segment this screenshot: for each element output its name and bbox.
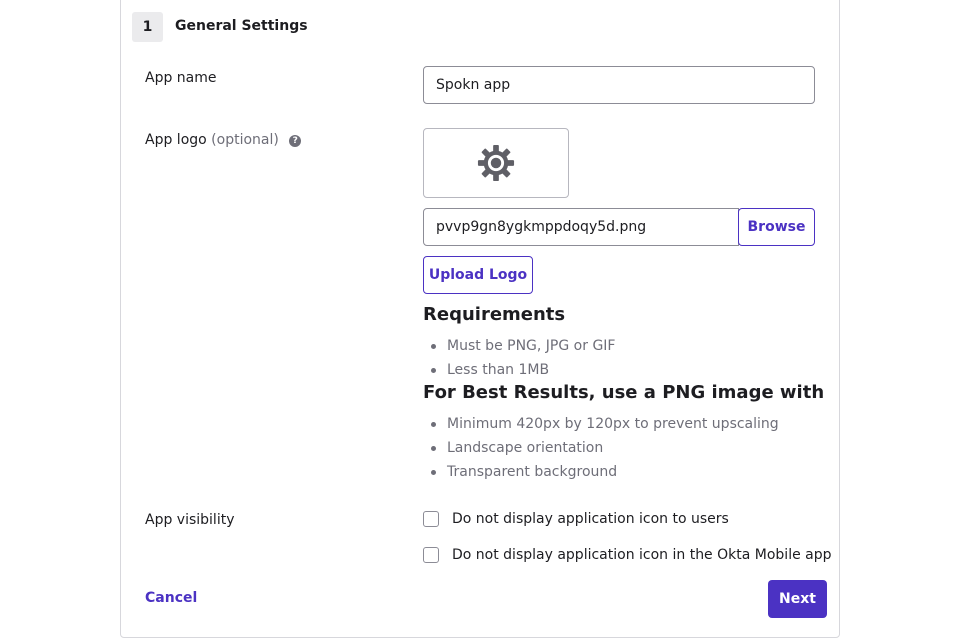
list-item: Minimum 420px by 120px to prevent upscal… — [431, 412, 779, 436]
optional-tag: (optional) — [211, 132, 279, 148]
list-item: Less than 1MB — [430, 358, 615, 382]
app-name-label: App name — [145, 70, 217, 86]
logo-preview — [423, 128, 569, 198]
list-item: Landscape orientation — [431, 436, 779, 460]
hide-icon-users-checkbox[interactable] — [423, 511, 439, 527]
app-visibility-label: App visibility — [145, 512, 235, 528]
upload-logo-button[interactable]: Upload Logo — [423, 256, 533, 294]
hide-icon-mobile-label: Do not display application icon in the O… — [452, 547, 832, 563]
app-logo-label-text: App logo — [145, 132, 207, 148]
hide-icon-users-label: Do not display application icon to users — [452, 511, 729, 527]
requirements-list: Must be PNG, JPG or GIF Less than 1MB — [423, 334, 615, 382]
app-logo-label: App logo (optional) ? — [145, 132, 302, 148]
next-button[interactable]: Next — [768, 580, 827, 618]
app-name-input[interactable] — [423, 66, 815, 104]
hide-icon-users-option[interactable]: Do not display application icon to users — [423, 511, 729, 527]
browse-button[interactable]: Browse — [738, 208, 815, 246]
help-icon[interactable]: ? — [289, 135, 302, 147]
step-number-badge: 1 — [132, 12, 163, 42]
requirements-heading: Requirements — [423, 304, 566, 325]
gear-icon — [477, 144, 515, 182]
section-title: General Settings — [175, 18, 308, 34]
best-results-heading: For Best Results, use a PNG image with — [423, 382, 825, 403]
hide-icon-mobile-checkbox[interactable] — [423, 547, 439, 563]
cancel-link[interactable]: Cancel — [145, 590, 197, 606]
best-results-list: Minimum 420px by 120px to prevent upscal… — [423, 412, 779, 484]
list-item: Transparent background — [431, 460, 779, 484]
hide-icon-mobile-option[interactable]: Do not display application icon in the O… — [423, 547, 832, 563]
logo-file-input[interactable] — [423, 208, 739, 246]
list-item: Must be PNG, JPG or GIF — [430, 334, 615, 358]
